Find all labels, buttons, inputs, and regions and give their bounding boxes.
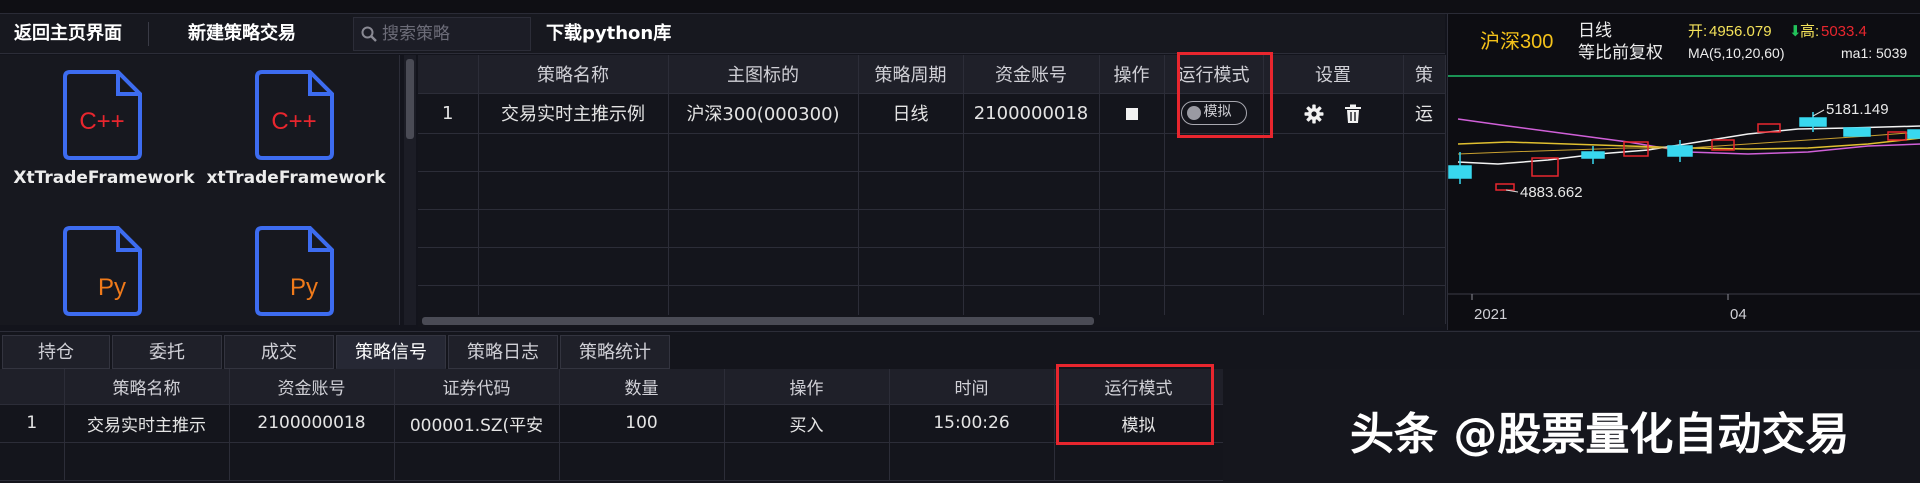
table-row [418,171,1446,210]
status-cell: 运 [1403,93,1446,134]
col-header-period[interactable]: 策略周期 [858,55,964,94]
strategy-file-panel: C++ XtTradeFramework C++ xtTradeFramewor… [0,55,400,325]
file-lang-label: C++ [79,108,124,135]
candle-up [1495,183,1515,191]
x-tick-label: 2021 [1474,306,1507,323]
account-cell: 2100000018 [229,404,395,443]
chart-ma1-value: 5039 [1876,45,1907,61]
tab-trades[interactable]: 成交 [224,335,334,369]
chart-ma-label: MA(5,10,20,60) [1688,45,1785,61]
file-lang-label: Py [290,274,318,301]
scroll-thumb[interactable] [422,317,1094,325]
file-name-label: XtTradeFramework [13,168,195,188]
chart-high-value: 5033.4 [1821,23,1867,40]
signal-table: 策略名称 资金账号 证券代码 数量 操作 时间 运行模式 1 交易实时主推示 2… [0,369,1224,483]
qty-cell: 100 [559,404,725,443]
tab-strategy-stats[interactable]: 策略统计 [560,335,670,369]
watermark-text: 头条 @股票量化自动交易 [1350,409,1850,460]
x-tick-label: 04 [1730,306,1747,323]
table-row[interactable]: 1 交易实时主推示 2100000018 000001.SZ(平安 100 买入… [0,404,1224,443]
icon-panel-scrollbar[interactable] [404,55,416,325]
file-name-label: xtTradeFramework [206,168,386,188]
col-header-name[interactable]: 策略名称 [478,55,669,94]
period-cell: 日线 [858,93,964,134]
chart-open-label: 开: [1688,23,1707,40]
table-header-row: 策略名称 主图标的 策略周期 资金账号 操作 运行模式 设置 策 [418,55,1446,94]
table-row [418,247,1446,286]
col-header-account[interactable]: 资金账号 [229,369,395,405]
chart-ma1-label: ma1: [1841,45,1872,61]
table-row[interactable]: 1 交易实时主推示例 沪深300(000300) 日线 2100000018 模… [418,93,1446,134]
search-icon [361,26,377,42]
candle-down [1843,127,1871,137]
bottom-tab-bar: 持仓 委托 成交 策略信号 策略日志 策略统计 [0,331,1920,369]
col-header-status[interactable]: 策 [1403,55,1446,94]
kline-chart-panel: 沪深300 日线 等比前复权 开: 4956.079 ⬇ 高: 5033.4 M… [1447,14,1920,330]
tab-orders[interactable]: 委托 [112,335,222,369]
gear-icon[interactable] [1304,104,1324,124]
toolbar-divider [148,22,149,46]
col-header-action[interactable]: 操作 [1099,55,1165,94]
search-box[interactable]: 搜索策略 [353,17,531,51]
chart-open-value: 4956.079 [1709,23,1772,40]
search-input[interactable]: 搜索策略 [382,18,450,50]
row-index: 1 [418,93,479,134]
col-header-symbol[interactable]: 主图标的 [668,55,859,94]
strategy-name-cell: 交易实时主推示 [64,404,230,443]
symbol-cell: 沪深300(000300) [668,93,859,134]
python-file-icon[interactable]: Py [62,225,144,321]
table-row [418,133,1446,172]
python-file-icon[interactable]: Py [254,225,336,321]
scroll-thumb[interactable] [406,59,414,139]
strategy-table: 策略名称 主图标的 策略周期 资金账号 操作 运行模式 设置 策 1 交易实时主… [418,55,1446,327]
high-marker-value: 5181.149 [1826,101,1889,118]
tab-positions[interactable]: 持仓 [2,335,110,369]
cpp-file-icon[interactable]: C++ [254,69,336,165]
chart-high-label: 高: [1800,23,1819,40]
time-cell: 15:00:26 [889,404,1055,443]
col-header-action[interactable]: 操作 [724,369,890,405]
new-strategy-button[interactable]: 新建策略交易 [188,14,318,54]
code-cell: 000001.SZ(平安 [394,404,560,443]
col-header-time[interactable]: 时间 [889,369,1055,405]
toolbar: 返回主页界面 新建策略交易 搜索策略 下载python库 [0,14,1445,54]
col-header-code[interactable]: 证券代码 [394,369,560,405]
action-cell [1099,93,1165,134]
home-button[interactable]: 返回主页界面 [14,14,144,54]
high-marker-line [1812,109,1825,117]
download-python-button[interactable]: 下载python库 [546,14,696,54]
col-header-settings[interactable]: 设置 [1263,55,1404,94]
trash-icon[interactable] [1344,104,1362,124]
cpp-file-icon[interactable]: C++ [62,69,144,165]
col-header-qty[interactable]: 数量 [559,369,725,405]
col-header [0,369,65,405]
chart-symbol: 沪深300 [1480,30,1553,53]
account-cell: 2100000018 [963,93,1100,134]
file-lang-label: C++ [271,108,316,135]
tab-strategy-signals[interactable]: 策略信号 [336,335,446,369]
kline-chart: 沪深300 日线 等比前复权 开: 4956.079 ⬇ 高: 5033.4 M… [1448,21,1920,323]
settings-cell [1263,93,1404,134]
tab-strategy-log[interactable]: 策略日志 [448,335,558,369]
table-row [0,442,1224,481]
low-marker-value: 4883.662 [1520,184,1583,201]
stop-icon[interactable] [1125,107,1138,120]
horizontal-scrollbar[interactable] [418,315,1445,327]
col-header [418,55,479,94]
chart-period: 日线 [1578,21,1612,40]
highlight-box [1056,364,1214,445]
candle-down [1907,129,1920,139]
strategy-name-cell: 交易实时主推示例 [478,93,669,134]
highlight-box [1177,52,1273,138]
table-row [418,209,1446,248]
row-index: 1 [0,404,65,443]
file-lang-label: Py [98,274,126,301]
action-cell: 买入 [724,404,890,443]
table-header-row: 策略名称 资金账号 证券代码 数量 操作 时间 运行模式 [0,369,1224,405]
chart-adjust: 等比前复权 [1578,43,1663,62]
top-strip [0,0,1920,14]
col-header-account[interactable]: 资金账号 [963,55,1100,94]
col-header-name[interactable]: 策略名称 [64,369,230,405]
